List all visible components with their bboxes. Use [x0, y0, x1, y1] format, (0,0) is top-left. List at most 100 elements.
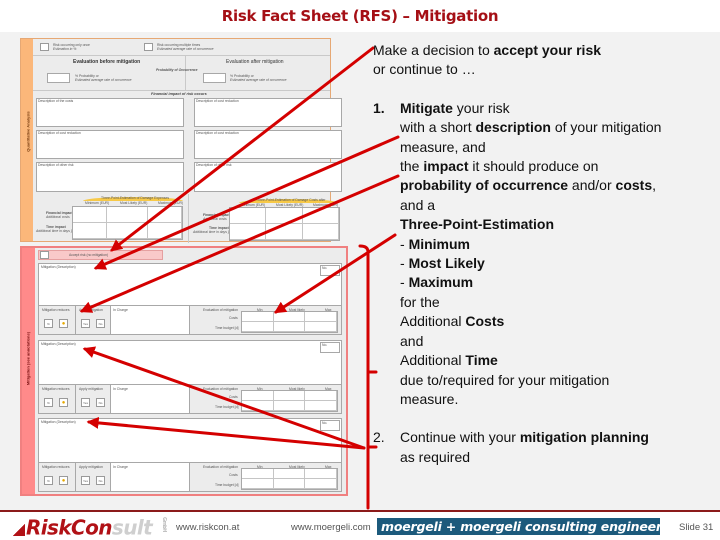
- risk-multi-checkbox[interactable]: [144, 43, 153, 51]
- cell-input[interactable]: [242, 322, 274, 332]
- mitigation-description-input[interactable]: [39, 419, 341, 462]
- mitigation-number-input[interactable]: No.: [320, 342, 340, 353]
- mitigation-estimate-grid: [241, 468, 338, 490]
- text-bold: Most Likely: [408, 255, 485, 272]
- apply-no-button[interactable]: No: [96, 319, 105, 328]
- three-point-table-before: [72, 206, 183, 240]
- fin-impact-sub-after: Additional costs: [203, 217, 227, 221]
- moergeli-url-link[interactable]: www.moergeli.com: [291, 522, 371, 533]
- logo-text-a: RiskCon: [26, 515, 113, 540]
- item-1-line: the impact it should produce on: [373, 157, 718, 176]
- cell-input[interactable]: [266, 208, 303, 224]
- moergeli-logo-badge: moergeli + moergeli consulting engineeri…: [377, 518, 660, 535]
- separator: [75, 385, 76, 413]
- apply-yes-button[interactable]: Yes: [81, 319, 90, 328]
- apply-mitigation-label: Apply mitigation: [79, 387, 103, 391]
- cell-input[interactable]: [273, 469, 306, 479]
- item-1-line: with a short description of your mitigat…: [373, 118, 718, 137]
- accept-risk-checkbox[interactable]: [40, 251, 49, 259]
- text-span: with a short: [400, 119, 476, 136]
- coins-icon[interactable]: ●: [59, 476, 68, 485]
- apply-yes-button[interactable]: Yes: [81, 398, 90, 407]
- mitigation-controls-row: Mitigation reduces % ● Apply mitigation …: [39, 384, 341, 413]
- col-ml-before: Most Likely (EUR): [120, 201, 148, 205]
- costs-description-after[interactable]: Description of cost reduction: [194, 98, 342, 127]
- item-2-line: as required: [400, 448, 471, 465]
- cell-input[interactable]: [242, 479, 274, 489]
- cell-input[interactable]: [273, 322, 306, 332]
- other-description-before[interactable]: Description of other risk: [36, 162, 184, 192]
- separator: [75, 306, 76, 334]
- cell-input[interactable]: [305, 469, 337, 479]
- risk-once-sub: Estimation in %: [53, 47, 77, 51]
- mitigation-block-2: Mitigation (Description) No. Mitigation …: [38, 340, 342, 414]
- risk-once-checkbox[interactable]: [40, 43, 49, 51]
- logo-mark-icon: [13, 523, 25, 536]
- cell-input[interactable]: [305, 479, 337, 489]
- mitigation-body: Accept risk (no mitigation) Mitigation (…: [35, 248, 346, 494]
- logo-gmbh: GmbH: [161, 517, 168, 532]
- cell-input[interactable]: [107, 223, 148, 239]
- reduce-probability-button[interactable]: %: [44, 476, 53, 485]
- item-1-line: - Minimum: [373, 235, 718, 254]
- costs-label: Costs: [229, 473, 238, 477]
- apply-no-button[interactable]: No: [96, 398, 105, 407]
- coins-icon[interactable]: ●: [59, 398, 68, 407]
- apply-mitigation-label: Apply mitigation: [79, 308, 103, 312]
- cost-reduction-description-after[interactable]: Description of cost reduction: [194, 130, 342, 159]
- three-point-table-after: [229, 207, 340, 241]
- cell-input[interactable]: [273, 391, 306, 401]
- cell-input[interactable]: [230, 224, 267, 240]
- item-1-line: measure, and: [400, 138, 486, 155]
- cost-reduction-description-before[interactable]: Description of cost reduction: [36, 130, 184, 159]
- costs-description-before[interactable]: Description of the costs: [36, 98, 184, 127]
- cell-input[interactable]: [305, 391, 337, 401]
- text-bold: description: [475, 119, 551, 136]
- cell-input[interactable]: [273, 401, 306, 411]
- cell-input[interactable]: [147, 223, 182, 239]
- mitigation-description-input[interactable]: [39, 264, 341, 305]
- riskconsult-logo[interactable]: RiskConsult GmbH: [13, 517, 174, 538]
- cell-input[interactable]: [230, 208, 267, 224]
- apply-yes-button[interactable]: Yes: [81, 476, 90, 485]
- cell-input[interactable]: [305, 322, 337, 332]
- prob-before-input[interactable]: [47, 73, 70, 83]
- mitigation-number-input[interactable]: No.: [320, 265, 340, 276]
- cell-input[interactable]: [147, 207, 182, 223]
- cell-input[interactable]: [273, 312, 306, 322]
- cell-input[interactable]: [242, 312, 274, 322]
- cell-input[interactable]: [242, 469, 274, 479]
- item-1-line: Additional Costs: [373, 312, 718, 331]
- in-charge-input[interactable]: In Charge: [110, 306, 190, 334]
- cell-input[interactable]: [73, 223, 108, 239]
- item-2-heading: 2. Continue with your mitigation planning: [373, 428, 718, 447]
- cell-input[interactable]: [305, 312, 337, 322]
- in-charge-input[interactable]: In Charge: [110, 385, 190, 413]
- cell-input[interactable]: [107, 207, 148, 223]
- apply-no-button[interactable]: No: [96, 476, 105, 485]
- quant-side-bar: Quantitative Analysis: [21, 39, 33, 241]
- text-span: -: [400, 274, 409, 291]
- cell-input[interactable]: [242, 391, 274, 401]
- other-description-after[interactable]: Description of other risk: [194, 162, 342, 192]
- reduce-probability-button[interactable]: %: [44, 398, 53, 407]
- riskcon-url-link[interactable]: www.riskcon.at: [176, 522, 239, 533]
- cell-input[interactable]: [302, 224, 339, 240]
- eval-mitigation-label: Evaluation of mitigation: [203, 465, 239, 469]
- cell-input[interactable]: [273, 479, 306, 489]
- eval-mitigation-label: Evaluation of mitigation: [203, 308, 239, 312]
- mitigation-description-input[interactable]: [39, 341, 341, 384]
- text-bold: impact: [423, 158, 469, 175]
- three-point-heading-after: Three-Point-Estimation of Damage Costs a…: [256, 198, 326, 202]
- time-impact-sub-before: Additional time in days [d]: [36, 229, 75, 233]
- coins-icon[interactable]: ●: [59, 319, 68, 328]
- cell-input[interactable]: [73, 207, 108, 223]
- reduce-probability-button[interactable]: %: [44, 319, 53, 328]
- in-charge-input[interactable]: In Charge: [110, 463, 190, 491]
- prob-after-input[interactable]: [203, 73, 226, 83]
- mitigation-number-input[interactable]: No.: [320, 420, 340, 431]
- cell-input[interactable]: [305, 401, 337, 411]
- cell-input[interactable]: [242, 401, 274, 411]
- cell-input[interactable]: [302, 208, 339, 224]
- cell-input[interactable]: [266, 224, 303, 240]
